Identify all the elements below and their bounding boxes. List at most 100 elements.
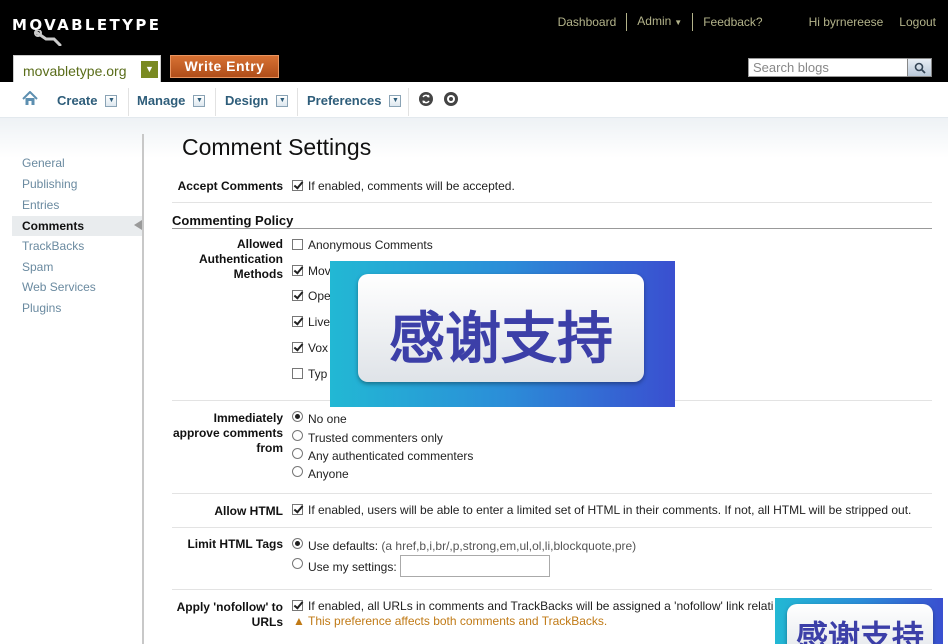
accept-comments-text: If enabled, comments will be accepted. [308,179,515,193]
commenting-policy-heading: Commenting Policy [172,213,294,228]
sidebar-item-general[interactable]: General [22,156,65,170]
approve-comments-label: Immediately approve comments from [172,411,283,455]
sidebar-item-web-services[interactable]: Web Services [22,280,96,294]
auth-method-openid: Ope [308,289,331,303]
movabletype-logo[interactable]: MOVABLETYPE [12,16,161,46]
auth-methods-label: Allowed Authentication Methods [199,237,283,281]
accept-comments-label: Accept Comments [177,179,283,193]
nofollow-warning: ▲ This preference affects both comments … [293,614,607,628]
nofollow-label: Apply 'nofollow' to URLs [176,600,283,629]
auth-method-typekey: Typ [308,367,328,381]
sidebar-item-trackbacks[interactable]: TrackBacks [22,239,84,253]
banner-plate: 感谢支持 [358,274,644,382]
sidebar-item-entries[interactable]: Entries [22,198,59,212]
divider [172,589,932,590]
sidebar-active-arrow-icon [134,220,142,230]
sidebar-item-plugins[interactable]: Plugins [22,301,61,315]
approve-option-no-one: No one [308,412,347,426]
app-header: MOVABLETYPE Dashboard Admin ▼ Feedback? H… [0,0,948,82]
limit-html-label: Limit HTML Tags [187,537,283,551]
nofollow-text: If enabled, all URLs in comments and Tra… [308,599,774,613]
nofollow-checkbox[interactable] [292,600,303,611]
thanks-banner: 感谢支持 [330,261,675,407]
anonymous-comments-checkbox[interactable] [292,239,303,250]
caret-down-icon: ▼ [674,18,683,27]
approve-anyone-radio[interactable] [292,466,303,477]
sidebar-item-comments[interactable]: Comments [22,219,84,233]
main-nav: Create ▼ Manage ▼ Design ▼ Preferences ▼ [0,82,948,118]
banner-text: 感谢支持 [389,307,613,372]
design-label: Design [225,93,269,108]
top-links: Dashboard Admin ▼ Feedback? Hi byrnereese… [548,13,936,31]
admin-link: Admin [637,14,672,28]
logout-link[interactable]: Logout [889,14,936,30]
use-my-settings-radio[interactable] [292,558,303,569]
divider [172,527,932,528]
nav-divider [128,88,129,116]
divider [172,202,932,203]
search-button[interactable] [907,58,932,77]
openid-auth-checkbox[interactable] [292,290,303,301]
preferences-label: Preferences [307,93,382,108]
search-input[interactable] [749,59,907,76]
wrench-icon [34,30,62,46]
user-greeting[interactable]: Hi byrnereese [799,14,890,30]
blog-name: movabletype.org [23,63,127,79]
vox-auth-checkbox[interactable] [292,342,303,353]
dropdown-icon: ▼ [105,94,118,107]
manage-label: Manage [137,93,186,108]
design-menu[interactable]: Design ▼ [225,93,289,108]
search-blogs-field[interactable] [748,58,908,77]
dropdown-icon: ▼ [276,94,289,107]
use-my-settings-label: Use my settings: [308,560,397,574]
nav-divider [408,88,409,116]
feedback-link[interactable]: Feedback? [693,14,772,30]
approve-authenticated-radio[interactable] [292,448,303,459]
dropdown-icon: ▼ [193,94,206,107]
default-tags-list: (a href,b,i,br/,p,strong,em,ul,ol,li,blo… [381,539,637,553]
nav-divider [297,88,298,116]
preferences-menu[interactable]: Preferences ▼ [307,93,402,108]
dropdown-icon: ▼ [389,94,402,107]
auth-method-movabletype: Mov [308,264,331,278]
sidebar-divider [142,134,144,644]
blog-selector[interactable]: movabletype.org ▼ [13,55,161,82]
use-defaults-text: Use defaults: [308,539,379,553]
home-icon[interactable] [22,91,38,106]
page-title: Comment Settings [182,134,372,160]
approve-option-trusted: Trusted commenters only [308,431,443,445]
approve-trusted-radio[interactable] [292,430,303,441]
eye-icon [447,95,455,103]
use-defaults-label: Use defaults: (a href,b,i,br/,p,strong,e… [308,539,636,553]
thanks-banner-small: 感谢支持 [775,598,943,644]
approve-option-authenticated: Any authenticated commenters [308,449,474,463]
write-entry-button[interactable]: Write Entry [170,55,279,78]
dashboard-link[interactable]: Dashboard [548,14,627,30]
warning-icon: ▲ [293,614,305,628]
divider [172,228,932,229]
admin-menu[interactable]: Admin ▼ [627,13,692,31]
banner-text: 感谢支持 [795,618,924,644]
allow-html-label: Allow HTML [214,504,283,518]
allow-html-text: If enabled, users will be able to enter … [308,503,912,517]
movabletype-auth-checkbox[interactable] [292,265,303,276]
livejournal-auth-checkbox[interactable] [292,316,303,327]
search-icon [914,62,926,74]
auth-method-vox: Vox [308,341,329,355]
accept-comments-checkbox[interactable] [292,180,303,191]
banner-plate: 感谢支持 [787,604,933,644]
view-site-icon[interactable] [444,92,458,106]
allow-html-checkbox[interactable] [292,504,303,515]
typekey-auth-checkbox[interactable] [292,368,303,379]
divider [172,493,932,494]
rebuild-icon[interactable] [419,92,433,106]
nofollow-warning-text: This preference affects both comments an… [308,614,608,628]
sidebar-item-publishing[interactable]: Publishing [22,177,77,191]
custom-html-tags-input[interactable] [400,555,550,577]
create-menu[interactable]: Create ▼ [57,93,118,108]
sidebar-item-spam[interactable]: Spam [22,260,53,274]
manage-menu[interactable]: Manage ▼ [137,93,206,108]
refresh-icon [422,94,430,104]
approve-no-one-radio[interactable] [292,411,303,422]
use-defaults-radio[interactable] [292,538,303,549]
